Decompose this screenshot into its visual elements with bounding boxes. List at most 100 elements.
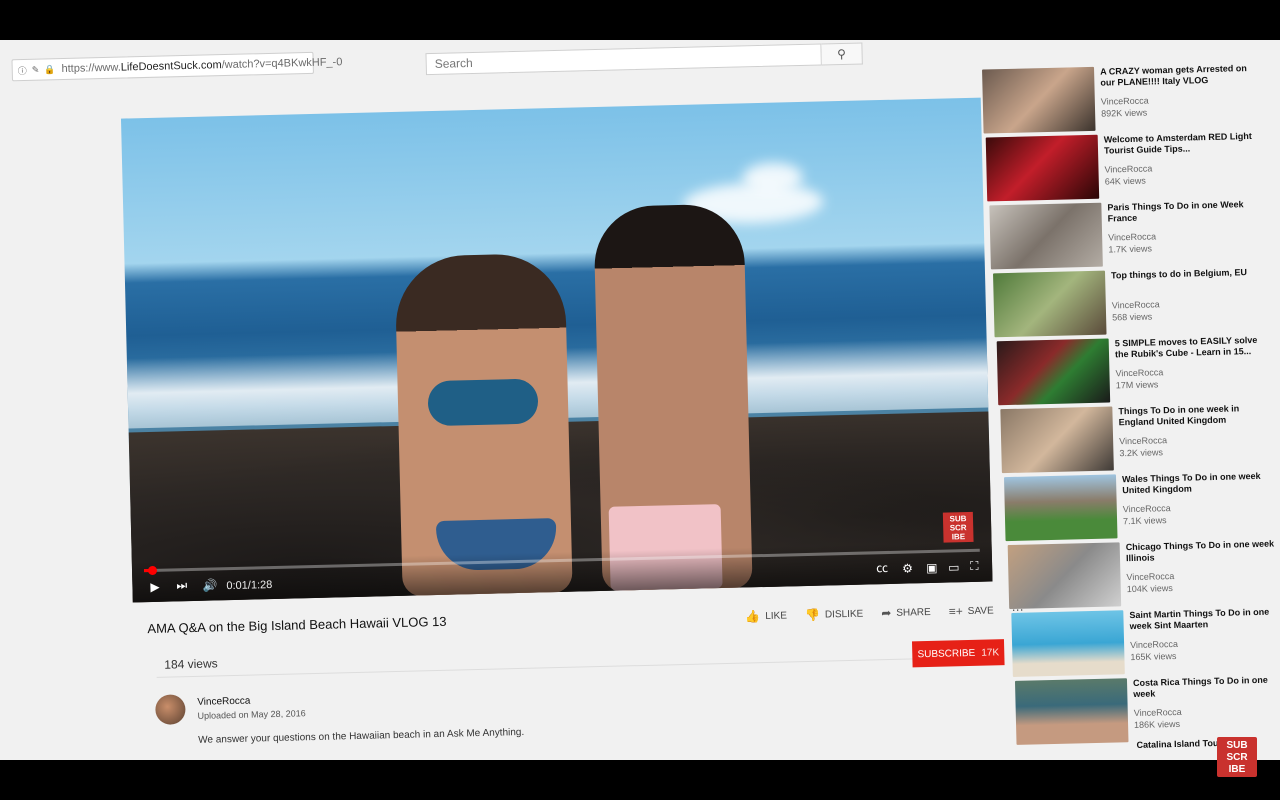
recommended-title[interactable]: Saint Martin Things To Do in one week Si… bbox=[1129, 606, 1280, 632]
subscribe-button[interactable]: SUBSCRIBE 17K bbox=[911, 639, 1005, 668]
thumbs-up-icon: 👍 bbox=[745, 609, 761, 624]
channel-name[interactable]: VinceRocca bbox=[197, 696, 250, 708]
video-player[interactable]: SUB SCR IBE ▶ ⏭ 🔊 0:01 / 1:28 ㏄ ⚙ ▣ ▭ ⛶ bbox=[120, 97, 993, 603]
recommended-video[interactable]: Welcome to Amsterdam RED Light Tourist G… bbox=[985, 131, 1259, 206]
next-icon: ⏭ bbox=[176, 578, 188, 593]
settings-button[interactable]: ⚙ bbox=[902, 561, 913, 575]
gear-icon: ⚙ bbox=[902, 561, 914, 576]
save-button[interactable]: ≡+ SAVE bbox=[949, 603, 994, 618]
video-thumbnail[interactable] bbox=[1003, 474, 1118, 542]
video-thumbnail[interactable] bbox=[989, 202, 1103, 270]
recommended-channel: VinceRocca bbox=[1130, 638, 1179, 651]
recommended-views: 568 views bbox=[1112, 311, 1153, 323]
recommended-video[interactable]: A CRAZY woman gets Arrested on our PLANE… bbox=[982, 63, 1254, 138]
browser-window: ⓘ ✎ 🔒 https://www.LifeDoesntSuck.com/wat… bbox=[0, 40, 1280, 760]
view-count: 184 views bbox=[164, 656, 218, 672]
search-bar: Search ⚲ bbox=[425, 42, 863, 76]
subscriber-count: 17K bbox=[981, 646, 1000, 659]
like-label: LIKE bbox=[765, 609, 788, 622]
subscribe-watermark[interactable]: SUB SCR IBE bbox=[942, 511, 974, 543]
share-button[interactable]: ➦ SHARE bbox=[881, 605, 931, 620]
recommended-title[interactable]: Top things to do in Belgium, EU bbox=[1111, 267, 1266, 282]
recommended-channel: VinceRocca bbox=[1133, 706, 1182, 719]
volume-icon: 🔊 bbox=[202, 578, 218, 593]
recommended-title[interactable]: A CRAZY woman gets Arrested on our PLANE… bbox=[1100, 63, 1255, 89]
share-label: SHARE bbox=[896, 606, 931, 619]
recommended-channel: VinceRocca bbox=[1126, 570, 1175, 583]
video-actions: 👍 LIKE 👎 DISLIKE ➦ SHARE ≡+ SAVE ⋯ bbox=[745, 603, 1024, 624]
recommended-title[interactable]: 5 SIMPLE moves to EASILY solve the Rubik… bbox=[1115, 335, 1270, 361]
volume-button[interactable]: 🔊 bbox=[202, 578, 217, 592]
next-button[interactable]: ⏭ bbox=[176, 578, 187, 593]
play-button[interactable]: ▶ bbox=[150, 580, 160, 594]
divider bbox=[156, 656, 997, 678]
recommended-title[interactable]: Chicago Things To Do in one week Illinoi… bbox=[1126, 538, 1280, 564]
fullscreen-icon: ⛶ bbox=[969, 558, 979, 573]
video-frame: ⓘ ✎ 🔒 https://www.LifeDoesntSuck.com/wat… bbox=[0, 0, 1280, 800]
video-thumbnail[interactable] bbox=[985, 134, 1100, 202]
recommended-channel: VinceRocca bbox=[1111, 299, 1160, 311]
video-thumbnail[interactable] bbox=[993, 270, 1107, 338]
dislike-button[interactable]: 👎 DISLIKE bbox=[805, 607, 864, 622]
share-icon: ➦ bbox=[881, 605, 892, 621]
recommended-views: 17M views bbox=[1115, 379, 1159, 391]
recommended-channel: VinceRocca bbox=[1108, 231, 1157, 243]
recommended-title[interactable]: Paris Things To Do in one Week France bbox=[1107, 199, 1262, 225]
time-display: 0:01 / 1:28 bbox=[226, 579, 273, 593]
search-input[interactable]: Search bbox=[425, 43, 822, 76]
scrubber-handle[interactable] bbox=[147, 565, 158, 576]
recommended-views: 1.7K views bbox=[1108, 243, 1153, 255]
theater-icon: ▭ bbox=[948, 560, 960, 575]
video-thumbnail[interactable] bbox=[982, 66, 1096, 134]
dislike-label: DISLIKE bbox=[824, 608, 864, 621]
url-text: https://www.LifeDoesntSuck.com/watch?v=q… bbox=[61, 56, 343, 76]
recommended-video[interactable]: 5 SIMPLE moves to EASILY solve the Rubik… bbox=[996, 335, 1270, 410]
recommended-title[interactable]: Wales Things To Do in one week United Ki… bbox=[1122, 470, 1277, 496]
recommended-video[interactable]: Wales Things To Do in one week United Ki… bbox=[1003, 470, 1277, 546]
captions-button[interactable]: ㏄ bbox=[876, 559, 888, 576]
extension-icon: ✎ bbox=[31, 64, 40, 75]
recommended-channel: VinceRocca bbox=[1119, 435, 1168, 447]
channel-avatar[interactable] bbox=[155, 694, 186, 725]
search-button[interactable]: ⚲ bbox=[821, 42, 863, 66]
video-thumbnail[interactable] bbox=[996, 338, 1111, 406]
video-thumbnail[interactable] bbox=[1014, 678, 1129, 745]
recommended-title[interactable]: Things To Do in one week in England Unit… bbox=[1118, 403, 1273, 429]
video-description: We answer your questions on the Hawaiian… bbox=[198, 726, 525, 746]
recommended-video[interactable]: Saint Martin Things To Do in one week Si… bbox=[1011, 606, 1280, 681]
play-icon: ▶ bbox=[150, 579, 160, 595]
miniplayer-icon: ▣ bbox=[926, 560, 938, 576]
recommended-views: 186K views bbox=[1133, 718, 1181, 731]
subscribe-label: SUBSCRIBE bbox=[917, 647, 976, 660]
save-label: SAVE bbox=[967, 604, 994, 617]
recommended-video[interactable]: Top things to do in Belgium, EU VinceRoc… bbox=[993, 267, 1265, 342]
video-title: AMA Q&A on the Big Island Beach Hawaii V… bbox=[147, 613, 447, 637]
recommended-views: 892K views bbox=[1101, 107, 1148, 119]
playlist-add-icon: ≡+ bbox=[948, 604, 963, 619]
recommended-title[interactable]: Welcome to Amsterdam RED Light Tourist G… bbox=[1104, 131, 1259, 157]
video-thumbnail[interactable] bbox=[1007, 542, 1122, 610]
thumbs-down-icon: 👎 bbox=[804, 607, 821, 623]
page-content: ⓘ ✎ 🔒 https://www.LifeDoesntSuck.com/wat… bbox=[0, 40, 1280, 760]
recommended-channel: VinceRocca bbox=[1104, 163, 1153, 175]
address-bar[interactable]: ⓘ ✎ 🔒 https://www.LifeDoesntSuck.com/wat… bbox=[11, 51, 343, 82]
recommended-views: 165K views bbox=[1130, 650, 1177, 663]
recommended-video[interactable]: Chicago Things To Do in one week Illinoi… bbox=[1007, 538, 1280, 613]
miniplayer-button[interactable]: ▣ bbox=[926, 561, 938, 575]
fullscreen-button[interactable]: ⛶ bbox=[970, 559, 979, 574]
bikini-top bbox=[427, 378, 539, 427]
recommended-channel: VinceRocca bbox=[1122, 503, 1171, 515]
recommended-video[interactable]: Paris Things To Do in one Week France Vi… bbox=[989, 199, 1261, 274]
like-button[interactable]: 👍 LIKE bbox=[745, 608, 787, 623]
recommended-title[interactable]: Costa Rica Things To Do in one week bbox=[1133, 674, 1280, 700]
recommended-video[interactable]: Things To Do in one week in England Unit… bbox=[1000, 403, 1272, 478]
recommended-views: 3.2K views bbox=[1119, 447, 1164, 459]
info-icon: ⓘ bbox=[17, 65, 27, 76]
video-thumbnail[interactable] bbox=[1011, 610, 1125, 677]
lock-icon: 🔒 bbox=[44, 63, 56, 74]
subscribe-badge[interactable]: SUB SCR IBE bbox=[1217, 737, 1257, 777]
recommended-views: 7.1K views bbox=[1122, 515, 1167, 527]
theater-button[interactable]: ▭ bbox=[948, 560, 960, 574]
video-thumbnail[interactable] bbox=[1000, 406, 1114, 474]
recommended-views: 104K views bbox=[1126, 583, 1173, 595]
